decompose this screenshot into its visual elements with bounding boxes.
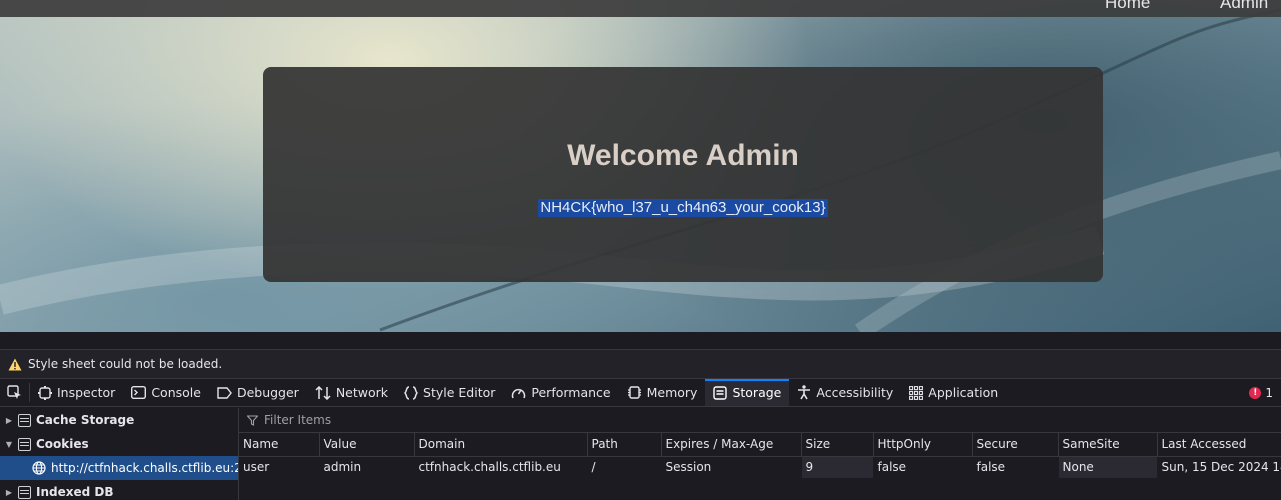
accessibility-icon xyxy=(798,385,811,400)
tab-label: Application xyxy=(928,385,999,400)
webpage-viewport: Home Admin Welcome Admin NH4CK{who_l37_u… xyxy=(0,0,1281,332)
column-header-value[interactable]: Value xyxy=(319,433,415,457)
cell-last-accessed[interactable]: Sun, 15 Dec 2024 14:18: xyxy=(1157,456,1281,478)
console-warning-bar: Style sheet could not be loaded. xyxy=(0,350,1281,379)
cell-domain[interactable]: ctfnhack.challs.ctflib.eu xyxy=(414,456,587,478)
table-header-row: Name Value Domain Path Expires / Max-Age… xyxy=(239,433,1281,457)
column-header-samesite[interactable]: SameSite xyxy=(1058,433,1158,457)
tab-storage[interactable]: Storage xyxy=(705,379,790,406)
storage-icon xyxy=(18,437,31,451)
inspector-icon xyxy=(38,385,52,400)
storage-icon xyxy=(18,413,31,427)
tree-item-cookie-host[interactable]: http://ctfnhack.challs.ctflib.eu:23920 xyxy=(0,456,238,480)
tab-label: Storage xyxy=(732,385,782,400)
cell-size[interactable]: 9 xyxy=(801,456,873,478)
tab-label: Debugger xyxy=(236,385,299,400)
column-header-domain[interactable]: Domain xyxy=(414,433,588,457)
warning-icon xyxy=(8,358,22,370)
tab-debugger[interactable]: Debugger xyxy=(209,379,307,406)
filter-input[interactable]: Filter Items xyxy=(264,413,331,427)
tab-label: Network xyxy=(335,385,389,400)
tab-style-editor[interactable]: Style Editor xyxy=(396,379,503,406)
cell-httponly[interactable]: false xyxy=(873,456,972,478)
tab-label: Style Editor xyxy=(423,385,496,400)
tab-performance[interactable]: Performance xyxy=(503,379,618,406)
column-header-secure[interactable]: Secure xyxy=(972,433,1059,457)
cell-secure[interactable]: false xyxy=(972,456,1058,478)
cell-expires[interactable]: Session xyxy=(661,456,801,478)
collapse-arrow-icon[interactable]: ▼ xyxy=(0,440,18,449)
tab-label: Accessibility xyxy=(816,385,894,400)
cell-samesite[interactable]: None xyxy=(1058,456,1157,478)
globe-icon xyxy=(32,461,46,475)
tree-item-indexed-db[interactable]: ▶ Indexed DB xyxy=(0,480,238,500)
network-icon xyxy=(315,385,331,400)
tab-label: Memory xyxy=(646,385,698,400)
cell-value[interactable]: admin xyxy=(319,456,414,478)
devtools-splitter[interactable] xyxy=(0,332,1281,350)
error-icon: ! xyxy=(1249,387,1262,399)
cell-path[interactable]: / xyxy=(587,456,661,478)
filter-bar: Filter Items xyxy=(239,408,1281,433)
storage-icon xyxy=(18,485,31,499)
error-count: 1 xyxy=(1265,386,1273,400)
tab-accessibility[interactable]: Accessibility xyxy=(789,379,901,406)
element-picker-button[interactable] xyxy=(0,383,30,402)
column-header-size[interactable]: Size xyxy=(801,433,874,457)
tree-item-label: http://ctfnhack.challs.ctflib.eu:23920 xyxy=(51,461,238,475)
tab-label: Console xyxy=(151,385,201,400)
application-icon xyxy=(909,385,924,400)
column-header-expires[interactable]: Expires / Max-Age xyxy=(661,433,802,457)
tab-network[interactable]: Network xyxy=(307,379,396,406)
column-header-path[interactable]: Path xyxy=(587,433,662,457)
welcome-card: Welcome Admin NH4CK{who_l37_u_ch4n63_you… xyxy=(263,67,1103,282)
debugger-icon xyxy=(217,386,232,399)
tree-item-label: Cache Storage xyxy=(36,413,135,427)
flag-text-selected[interactable]: NH4CK{who_l37_u_ch4n63_your_cook13} xyxy=(538,199,828,217)
memory-icon xyxy=(627,386,641,399)
cell-name[interactable]: user xyxy=(239,456,319,478)
element-picker-icon xyxy=(7,385,21,399)
error-count-button[interactable]: ! 1 xyxy=(1249,386,1273,400)
expand-arrow-icon[interactable]: ▶ xyxy=(0,416,18,425)
tab-application[interactable]: Application xyxy=(901,379,1006,406)
tree-item-cache-storage[interactable]: ▶ Cache Storage xyxy=(0,408,238,432)
table-row[interactable]: user admin ctfnhack.challs.ctflib.eu / S… xyxy=(239,456,1281,478)
tab-inspector[interactable]: Inspector xyxy=(30,379,123,406)
storage-icon xyxy=(713,385,728,400)
performance-icon xyxy=(512,388,526,398)
cookies-table: Name Value Domain Path Expires / Max-Age… xyxy=(239,433,1281,478)
storage-tree: ▶ Cache Storage ▼ Cookies http://ctfnhac… xyxy=(0,408,239,500)
nav-admin-link[interactable]: Admin xyxy=(1220,0,1268,13)
devtools-panel: Style sheet could not be loaded. Inspect… xyxy=(0,332,1281,500)
cookies-table-pane: Filter Items Name Value Domain Path Expi… xyxy=(239,408,1281,500)
page-title: Welcome Admin xyxy=(567,139,799,172)
tree-item-label: Cookies xyxy=(36,437,89,451)
column-header-name[interactable]: Name xyxy=(239,433,320,457)
tab-label: Inspector xyxy=(57,385,116,400)
tab-label: Performance xyxy=(531,385,611,400)
storage-panel: ▶ Cache Storage ▼ Cookies http://ctfnhac… xyxy=(0,408,1281,500)
tree-item-cookies[interactable]: ▼ Cookies xyxy=(0,432,238,456)
nav-home-link[interactable]: Home xyxy=(1105,0,1150,13)
tab-console[interactable]: Console xyxy=(123,379,209,406)
column-header-httponly[interactable]: HttpOnly xyxy=(873,433,973,457)
console-icon xyxy=(131,386,147,399)
warning-text: Style sheet could not be loaded. xyxy=(28,357,223,371)
tab-memory[interactable]: Memory xyxy=(619,379,706,406)
expand-arrow-icon[interactable]: ▶ xyxy=(0,488,18,497)
filter-icon xyxy=(247,414,258,426)
column-header-last-accessed[interactable]: Last Accessed xyxy=(1157,433,1281,457)
tree-item-label: Indexed DB xyxy=(36,485,114,499)
site-navbar: Home Admin xyxy=(0,0,1281,17)
style-editor-icon xyxy=(404,385,419,400)
devtools-toolbar: Inspector Console Debugger Network Style… xyxy=(0,379,1281,407)
